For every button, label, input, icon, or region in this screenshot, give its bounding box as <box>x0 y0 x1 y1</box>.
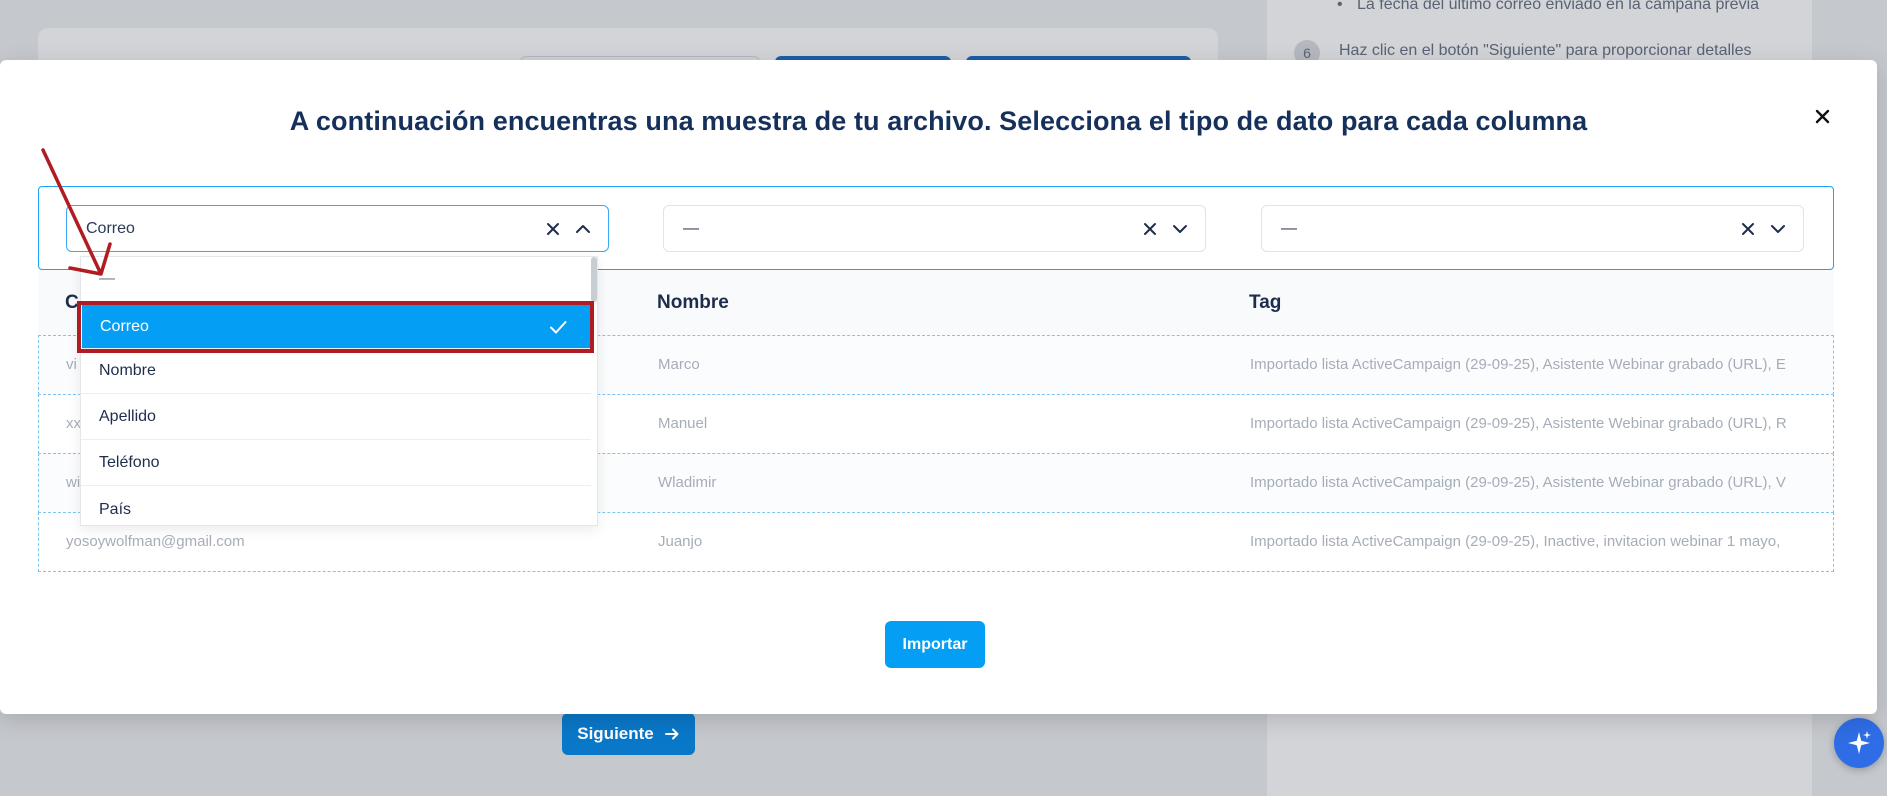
arrow-right-icon <box>664 728 679 740</box>
table-cell: Wladimir <box>658 474 717 491</box>
table-cell: Manuel <box>658 415 708 432</box>
column-type-select-3[interactable]: — <box>1261 205 1804 252</box>
table-cell: Importado lista ActiveCampaign (29-09-25… <box>1250 356 1786 373</box>
column-type-dropdown: — Correo Nombre Apellido Teléfono País <box>80 256 598 526</box>
modal-title: A continuación encuentras una muestra de… <box>289 106 1588 136</box>
column-header: C <box>65 292 79 313</box>
close-icon <box>1815 109 1829 123</box>
sparkles-icon <box>1848 731 1871 754</box>
table-cell: Juanjo <box>658 533 703 550</box>
dropdown-scrollbar[interactable] <box>591 257 597 302</box>
dropdown-option-correo[interactable]: Correo <box>82 305 590 349</box>
chevron-down-icon[interactable] <box>1171 220 1189 238</box>
table-cell: vi <box>66 356 77 373</box>
ai-assistant-button[interactable] <box>1834 718 1884 768</box>
table-cell: Importado lista ActiveCampaign (29-09-25… <box>1250 415 1787 432</box>
chevron-up-icon[interactable] <box>574 220 592 238</box>
table-cell: xx <box>66 415 81 432</box>
next-button[interactable]: Siguiente <box>562 713 695 755</box>
close-button[interactable] <box>1808 102 1836 130</box>
select-value: — <box>683 219 699 237</box>
instructions-step-text: Haz clic en el botón "Siguiente" para pr… <box>1339 42 1752 59</box>
check-icon <box>550 320 567 333</box>
column-type-select-1[interactable]: Correo <box>66 205 609 252</box>
dropdown-option-telefono[interactable]: Teléfono <box>81 441 591 486</box>
clear-icon[interactable] <box>546 222 560 236</box>
clear-icon[interactable] <box>1741 222 1755 236</box>
column-header: Tag <box>1249 292 1282 313</box>
table-cell: wi <box>66 474 81 491</box>
dropdown-option-nombre[interactable]: Nombre <box>81 349 591 394</box>
instructions-bullet: La fecha del último correo enviado en la… <box>1337 0 1759 14</box>
table-cell: yosoywolfman@gmail.com <box>66 533 245 550</box>
column-header: Nombre <box>657 292 729 313</box>
table-cell: Marco <box>658 356 700 373</box>
next-button-label: Siguiente <box>577 724 654 743</box>
chevron-down-icon[interactable] <box>1769 220 1787 238</box>
table-cell: Importado lista ActiveCampaign (29-09-25… <box>1250 533 1781 550</box>
dropdown-option-apellido[interactable]: Apellido <box>81 395 591 440</box>
dropdown-option-empty[interactable]: — <box>81 257 591 302</box>
select-value: Correo <box>86 219 135 237</box>
import-button[interactable]: Importar <box>885 621 985 668</box>
select-value: — <box>1281 219 1297 237</box>
dropdown-option-pais[interactable]: País <box>81 487 591 525</box>
table-cell: Importado lista ActiveCampaign (29-09-25… <box>1250 474 1786 491</box>
clear-icon[interactable] <box>1143 222 1157 236</box>
dropdown-option-label: Correo <box>100 317 149 335</box>
column-type-select-2[interactable]: — <box>663 205 1206 252</box>
